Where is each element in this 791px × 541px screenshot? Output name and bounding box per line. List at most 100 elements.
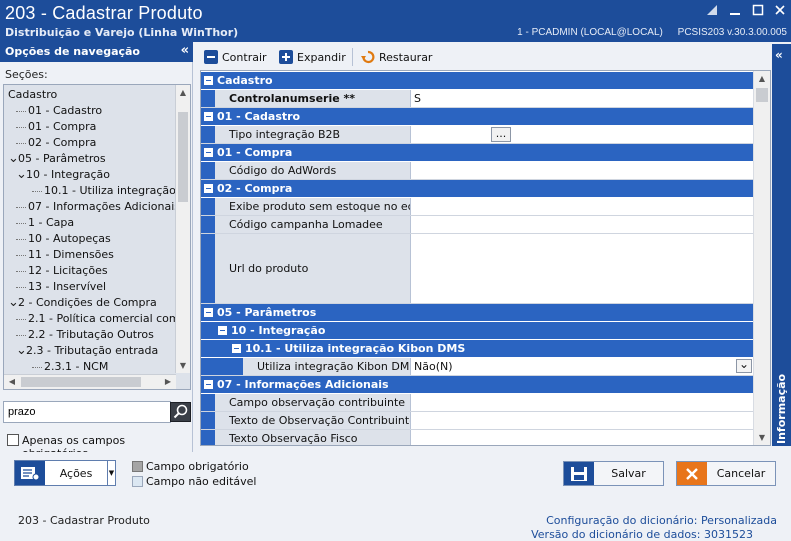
close-button[interactable] [771,2,789,18]
property-value[interactable]: ... [412,126,754,143]
info-tab-label: Informação [775,373,788,444]
property-row[interactable]: Código campanha Lomadee [201,216,754,234]
tree-item[interactable]: 01 - Compra [16,119,96,135]
tree-item[interactable]: ⌄05 - Parâmetros [8,151,106,167]
grid-scroll-thumb[interactable] [756,88,768,102]
category-row[interactable]: Cadastro [201,72,754,89]
section-search-input[interactable] [3,401,171,423]
tree-item-label: 13 - Inservível [28,280,107,293]
info-collapse-icon[interactable]: « [775,48,783,62]
expand-chevron-icon[interactable]: ⌄ [8,296,19,309]
tree-item[interactable]: 10 - Autopeças [16,231,111,247]
tree-item[interactable]: 02 - Compra [16,135,96,151]
restore-button[interactable]: Restaurar [361,48,432,66]
property-value[interactable] [412,234,754,303]
category-row[interactable]: 10 - Integração [201,322,754,339]
grid-vertical-scrollbar[interactable]: ▲ ▼ [753,71,770,445]
property-value[interactable] [412,162,754,179]
tree-item[interactable]: 10.1 - Utiliza integração [32,183,176,199]
tree-item[interactable]: 07 - Informações Adicionais [16,199,180,215]
collapse-box-icon[interactable] [204,380,213,389]
tree-item[interactable]: ⌄2 - Condições de Compra [8,295,157,311]
cancel-button[interactable]: Cancelar [676,461,776,486]
actions-dropdown-icon[interactable]: ▼ [107,461,115,485]
tree-item-label: 10 - Integração [26,168,111,181]
collapse-box-icon[interactable] [232,344,241,353]
expand-chevron-icon[interactable]: ⌄ [16,168,27,181]
collapse-label: Contrair [222,50,267,64]
collapse-box-icon[interactable] [204,184,213,193]
category-row[interactable]: 07 - Informações Adicionais [201,376,754,393]
dropdown-chevron-icon[interactable]: ⌄ [736,358,752,373]
tree-scroll-thumb[interactable] [178,112,188,202]
property-value[interactable] [412,430,754,445]
tree-item[interactable]: 2.1 - Política comercial com [16,311,180,327]
collapse-box-icon[interactable] [204,112,213,121]
property-value[interactable]: S [412,90,754,107]
row-gutter [201,394,215,411]
tree-vertical-scrollbar[interactable]: ▲ ▼ [175,85,190,373]
category-row[interactable]: 01 - Compra [201,144,754,161]
collapse-button[interactable]: Contrair [204,48,267,66]
property-row[interactable]: Exibe produto sem estoque no ecomm [201,198,754,216]
property-row[interactable]: Utiliza integração Kibon DMS. Não(N) ⌄ [201,358,754,376]
ellipsis-button[interactable]: ... [491,127,511,142]
scroll-up-icon[interactable]: ▲ [176,88,190,97]
minimize-button[interactable] [726,2,744,18]
property-row[interactable]: Campo observação contribuinte [201,394,754,412]
tree-item[interactable]: Cadastro [8,87,57,103]
tree-item[interactable]: 12 - Licitações [16,263,108,279]
actions-button[interactable]: Ações ▼ [14,460,116,486]
tree-hscroll-thumb[interactable] [21,377,141,387]
scroll-right-icon[interactable]: ▶ [161,377,175,386]
tree-item[interactable]: ⌄2.3 - Tributação entrada [16,343,158,359]
row-gutter [201,198,215,215]
tree-item[interactable]: 1 - Capa [16,215,74,231]
property-value[interactable] [412,412,754,429]
scroll-down-icon[interactable]: ▼ [176,361,190,370]
expand-button[interactable]: Expandir [279,48,346,66]
required-only-checkbox[interactable] [7,434,19,446]
pin-icon[interactable] [703,2,721,18]
scroll-left-icon[interactable]: ◀ [5,377,19,386]
category-label: 01 - Cadastro [217,110,301,123]
tree-item[interactable]: ⌄10 - Integração [16,167,110,183]
property-value[interactable] [412,198,754,215]
collapse-box-icon[interactable] [204,76,213,85]
property-value[interactable] [412,394,754,411]
property-row[interactable]: Url do produto [201,234,754,304]
tree-item[interactable]: 11 - Dimensões [16,247,114,263]
category-row[interactable]: 10.1 - Utiliza integração Kibon DMS [201,340,754,357]
property-row[interactable]: Código do AdWords [201,162,754,180]
save-button[interactable]: Salvar [563,461,664,486]
collapse-panel-icon[interactable]: « [181,43,189,58]
tree-item[interactable]: 2.3.1 - NCM [32,359,108,375]
plus-icon [279,50,293,64]
dictionary-config-value: Personalizada [700,514,777,527]
collapse-box-icon[interactable] [218,326,227,335]
property-row[interactable]: Tipo integração B2B... [201,126,754,144]
property-row[interactable]: Controlanumserie ** S [201,90,754,108]
category-row[interactable]: 01 - Cadastro [201,108,754,125]
property-value[interactable]: Não(N) ⌄ [412,358,754,375]
tree-horizontal-scrollbar[interactable]: ◀ ▶ [4,374,176,389]
property-value[interactable] [412,216,754,233]
window-title: 203 - Cadastrar Produto [5,3,203,23]
grid-scroll-up-icon[interactable]: ▲ [755,74,769,83]
property-row[interactable]: Texto de Observação Contribuinte [201,412,754,430]
collapse-box-icon[interactable] [204,308,213,317]
expand-chevron-icon[interactable]: ⌄ [16,344,27,357]
expand-chevron-icon[interactable]: ⌄ [8,152,19,165]
tree-item[interactable]: 13 - Inservível [16,279,106,295]
collapse-box-icon[interactable] [204,148,213,157]
tree-item[interactable]: 01 - Cadastro [16,103,102,119]
property-row[interactable]: Texto Observação Fisco [201,430,754,445]
search-button[interactable] [170,402,191,422]
grid-scroll-down-icon[interactable]: ▼ [755,433,769,442]
category-row[interactable]: 02 - Compra [201,180,754,197]
category-row[interactable]: 05 - Parâmetros [201,304,754,321]
maximize-button[interactable] [749,2,767,18]
status-form-name: 203 - Cadastrar Produto [18,514,150,527]
info-side-tab[interactable]: « Informação [772,44,791,446]
tree-item[interactable]: 2.2 - Tributação Outros [16,327,154,343]
